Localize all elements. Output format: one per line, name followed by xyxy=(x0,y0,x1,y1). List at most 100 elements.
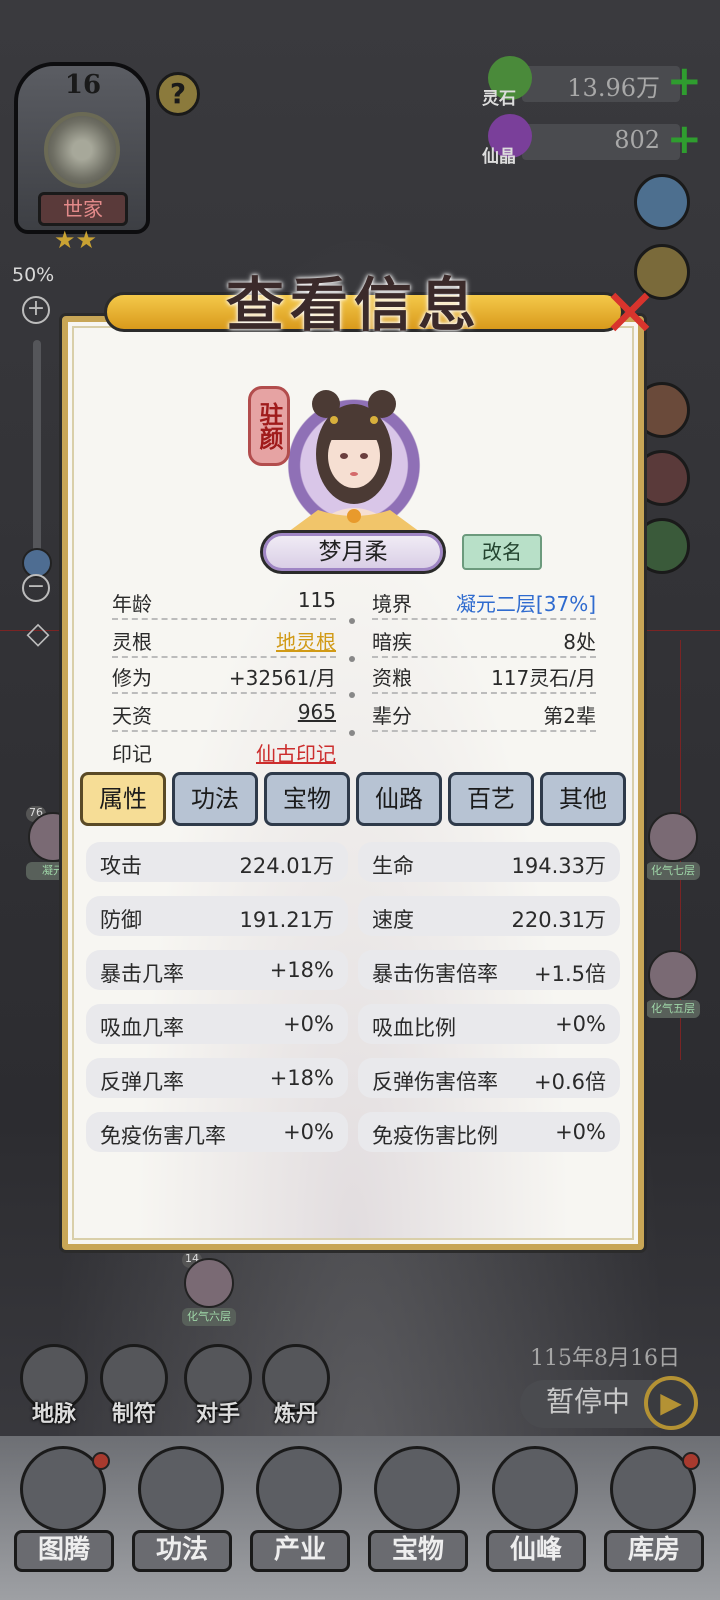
spirit-root-link[interactable]: 地灵根 xyxy=(276,626,336,655)
stat-value: 220.31万 xyxy=(511,908,606,932)
separator-dot xyxy=(349,692,355,698)
info-cultivation: 修为 +32561/月 xyxy=(112,656,336,694)
info-mark: 印记 仙古印记 xyxy=(112,732,336,770)
nav-gongfa[interactable]: 功法 xyxy=(126,1446,236,1596)
stat-crit-damage: 暴击伤害倍率 +1.5倍 xyxy=(358,950,620,990)
nav-industry[interactable]: 产业 xyxy=(244,1446,354,1596)
stat-value: +18% xyxy=(269,958,334,982)
tab-arts[interactable]: 百艺 xyxy=(448,772,534,826)
talent-link[interactable]: 965 xyxy=(298,700,336,724)
stat-value: +0% xyxy=(283,1120,334,1144)
notification-dot xyxy=(682,1452,700,1470)
member-avatar xyxy=(648,950,698,1000)
nav-label: 产业 xyxy=(250,1530,350,1572)
stat-attack: 攻击 224.01万 xyxy=(86,842,348,882)
nav-label: 库房 xyxy=(604,1530,704,1572)
member-realm: 化气六层 xyxy=(182,1308,236,1326)
stat-key: 生命 xyxy=(372,854,414,878)
stat-defense: 防御 191.21万 xyxy=(86,896,348,936)
info-key: 暗疾 xyxy=(372,630,412,654)
stat-immune-ratio: 免疫伤害比例 +0% xyxy=(358,1112,620,1152)
tool-label: 地脉 xyxy=(31,1402,76,1427)
nav-label: 宝物 xyxy=(368,1530,468,1572)
stat-key: 暴击伤害倍率 xyxy=(372,962,498,986)
add-spirit-stone-button[interactable]: + xyxy=(667,60,702,102)
family-member-card[interactable]: 14 化气六层 xyxy=(182,1252,236,1330)
tab-attributes[interactable]: 属性 xyxy=(80,772,166,826)
character-name: 梦月柔 xyxy=(260,530,446,574)
mark-link[interactable]: 仙古印记 xyxy=(256,738,336,767)
stat-value: +18% xyxy=(269,1066,334,1090)
stat-key: 反弹几率 xyxy=(100,1070,184,1094)
settings-icon[interactable] xyxy=(634,174,690,230)
stat-key: 免疫伤害几率 xyxy=(100,1124,226,1148)
tool-dimai[interactable]: 地脉 xyxy=(14,1344,94,1430)
stat-lifesteal-ratio: 吸血比例 +0% xyxy=(358,1004,620,1044)
info-provisions: 资粮 117灵石/月 xyxy=(372,656,596,694)
help-button[interactable]: ? xyxy=(156,72,200,116)
stat-value: +1.5倍 xyxy=(534,962,606,986)
info-value: 凝元二层[37%] xyxy=(455,592,596,616)
separator-dot xyxy=(349,730,355,736)
member-realm: 化气五层 xyxy=(646,1000,700,1018)
add-immortal-crystal-button[interactable]: + xyxy=(667,118,702,160)
technique-icon xyxy=(138,1446,224,1532)
clan-name: 世家 xyxy=(38,192,128,226)
zoom-percent: 50% xyxy=(12,264,55,286)
info-value: 第2辈 xyxy=(543,704,596,728)
stat-value: +0% xyxy=(555,1120,606,1144)
nav-peak[interactable]: 仙峰 xyxy=(480,1446,590,1596)
rename-button[interactable]: 改名 xyxy=(462,534,542,570)
separator-dot xyxy=(349,618,355,624)
tool-duishou[interactable]: 对手 xyxy=(178,1344,258,1430)
member-avatar xyxy=(184,1258,234,1308)
stat-hp: 生命 194.33万 xyxy=(358,842,620,882)
tab-treasures[interactable]: 宝物 xyxy=(264,772,350,826)
stat-key: 吸血比例 xyxy=(372,1016,456,1040)
nav-storage[interactable]: 库房 xyxy=(598,1446,708,1596)
info-generation: 辈分 第2辈 xyxy=(372,694,596,732)
nav-treasure[interactable]: 宝物 xyxy=(362,1446,472,1596)
clan-stars: ★★ xyxy=(54,226,98,254)
currency-spirit-stone: 灵石 13.96万 + xyxy=(482,56,710,109)
member-avatar xyxy=(648,812,698,862)
close-icon[interactable]: ✕ xyxy=(598,281,662,348)
play-icon[interactable]: ▶ xyxy=(644,1376,698,1430)
zoom-out-button[interactable]: − xyxy=(22,574,50,602)
nav-totem[interactable]: 图腾 xyxy=(8,1446,118,1596)
treasure-icon xyxy=(374,1446,460,1532)
currency-label: 灵石 xyxy=(482,89,516,109)
currency-label: 仙晶 xyxy=(482,147,516,167)
info-key: 修为 xyxy=(112,666,152,690)
family-member-card[interactable]: 化气五层 xyxy=(646,950,700,1022)
tool-label: 对手 xyxy=(195,1402,240,1427)
stat-value: +0% xyxy=(555,1012,606,1036)
tab-techniques[interactable]: 功法 xyxy=(172,772,258,826)
notification-dot xyxy=(92,1452,110,1470)
info-key: 年龄 xyxy=(112,592,152,616)
stat-value: 224.01万 xyxy=(239,854,334,878)
nav-label: 功法 xyxy=(132,1530,232,1572)
tab-immortal-path[interactable]: 仙路 xyxy=(356,772,442,826)
info-key: 境界 xyxy=(372,592,412,616)
info-key: 资粮 xyxy=(372,666,412,690)
info-key: 灵根 xyxy=(112,630,152,654)
stat-reflect-damage: 反弹伤害倍率 +0.6倍 xyxy=(358,1058,620,1098)
status-badge: 驻颜 xyxy=(248,386,290,466)
info-realm: 境界 凝元二层[37%] xyxy=(372,582,596,620)
zoom-in-button[interactable]: + xyxy=(22,296,50,324)
tool-liandan[interactable]: 炼丹 xyxy=(256,1344,336,1430)
separator-dot xyxy=(349,656,355,662)
info-talent: 天资 965 xyxy=(112,694,336,732)
stat-key: 暴击几率 xyxy=(100,962,184,986)
family-member-card[interactable]: 化气七层 xyxy=(646,812,700,884)
tool-label: 炼丹 xyxy=(273,1402,318,1427)
tool-label: 制符 xyxy=(111,1402,156,1427)
tab-other[interactable]: 其他 xyxy=(540,772,626,826)
locate-icon[interactable]: ◇ xyxy=(20,616,56,652)
nav-label: 图腾 xyxy=(14,1530,114,1572)
stat-key: 免疫伤害比例 xyxy=(372,1124,498,1148)
member-realm: 化气七层 xyxy=(646,862,700,880)
tool-zhifu[interactable]: 制符 xyxy=(94,1344,174,1430)
zoom-slider[interactable] xyxy=(33,340,41,568)
